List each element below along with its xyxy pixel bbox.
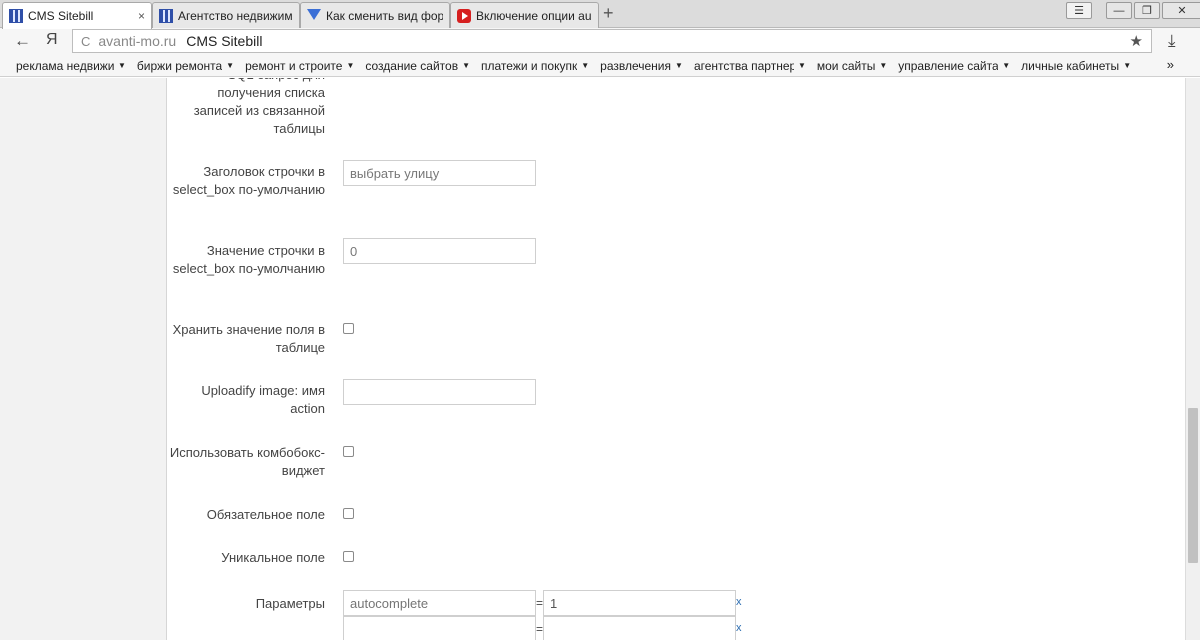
tab-change-form-view[interactable]: Как сменить вид форм (300, 2, 450, 28)
page-viewport: SQL-запрос для получения списка записей … (0, 78, 1185, 640)
bookmark-folder[interactable]: биржи ремонта ▼ (137, 59, 234, 73)
restore-icon[interactable]: ❐ (1134, 2, 1160, 19)
required-field-label: Обязательное поле (206, 507, 325, 522)
combobox-widget-label: Использовать комбобокс-виджет (169, 445, 325, 478)
bookmark-folder[interactable]: реклама недвижи ▼ (16, 59, 126, 73)
dropdown-arrow-icon: ▼ (879, 61, 888, 70)
select-value-label: Значение строчки в select_box по-умолчан… (172, 243, 325, 276)
address-domain: avanti-mo.ru (98, 33, 177, 49)
bookmark-folder[interactable]: ремонт и строите ▼ (245, 59, 354, 73)
tab-label: Агентство недвижимо (178, 8, 293, 23)
browser-menu-icon[interactable]: ☰ (1066, 2, 1092, 19)
select-value-input[interactable] (343, 238, 536, 264)
vertical-scrollbar[interactable] (1185, 78, 1200, 640)
unique-field-label: Уникальное поле (221, 550, 325, 565)
store-value-checkbox[interactable] (343, 323, 354, 334)
required-field-checkbox[interactable] (343, 508, 354, 519)
tab-strip: CMS Sitebill × Агентство недвижимо Как с… (0, 0, 1200, 29)
scrollbar-thumb[interactable] (1188, 408, 1198, 563)
address-bar[interactable]: C avanti-mo.ru CMS Sitebill ★ (72, 29, 1152, 53)
tab-label: CMS Sitebill (28, 9, 94, 23)
bookmark-label: ремонт и строите (245, 58, 343, 73)
bookmarks-bar: реклама недвижи ▼ биржи ремонта ▼ ремонт и… (0, 55, 1200, 77)
cms-favicon-icon (9, 9, 23, 23)
tab-label: Как сменить вид форм (326, 8, 443, 23)
bookmark-label: управление сайта (898, 58, 999, 73)
tab-label: Включение опции au (476, 8, 592, 23)
bookmark-folder[interactable]: мои сайты ▼ (817, 59, 887, 73)
dropdown-arrow-icon: ▼ (675, 61, 683, 70)
window-controls: — ❐ ✕ (1106, 2, 1200, 19)
select-title-input[interactable] (343, 160, 536, 186)
triangle-favicon-icon (307, 8, 321, 23)
dropdown-arrow-icon: ▼ (462, 61, 471, 70)
store-value-label: Хранить значение поля в таблице (172, 322, 325, 355)
dropdown-arrow-icon: ▼ (581, 61, 590, 70)
field-settings-form: SQL-запрос для получения списка записей … (167, 78, 1185, 640)
bookmark-folder[interactable]: управление сайта ▼ (898, 59, 1010, 73)
sql-query-label: SQL-запрос для получения списка записей … (193, 78, 325, 136)
unique-field-checkbox[interactable] (343, 551, 354, 562)
param-equals-sign: = (536, 596, 544, 610)
yandex-logo-icon[interactable]: Я (46, 31, 58, 49)
param-key-input[interactable] (343, 590, 536, 616)
bookmark-label: платежи и покупк (481, 58, 578, 73)
tab-enable-option[interactable]: Включение опции au (450, 2, 599, 28)
new-tab-button[interactable]: + (603, 4, 614, 22)
bookmark-folder[interactable]: агентства партнер ▼ (694, 59, 806, 73)
browser-toolbar: ← Я C avanti-mo.ru CMS Sitebill ★ ⤓ (0, 28, 1200, 55)
uploadify-action-input[interactable] (343, 379, 536, 405)
uploadify-action-label: Uploadify image: имя action (201, 383, 325, 416)
bookmark-folder[interactable]: платежи и покупк ▼ (481, 59, 589, 73)
cms-favicon-icon (159, 8, 173, 23)
remove-param-button[interactable]: x (736, 596, 742, 608)
bookmark-label: мои сайты (816, 58, 876, 73)
bookmark-label: личные кабинеты (1021, 58, 1120, 73)
tab-close-icon[interactable]: × (138, 9, 145, 23)
bookmark-label: биржи ремонта (136, 58, 223, 73)
reload-icon[interactable]: C (81, 34, 90, 49)
dropdown-arrow-icon: ▼ (797, 61, 806, 70)
combobox-widget-checkbox[interactable] (343, 446, 354, 457)
param-equals-sign: = (536, 622, 544, 636)
address-page-title: CMS Sitebill (186, 33, 263, 49)
close-window-icon[interactable]: ✕ (1162, 2, 1200, 19)
remove-param-button[interactable]: x (736, 622, 742, 634)
bookmark-label: агентства партнер (693, 58, 794, 73)
youtube-favicon-icon (457, 8, 471, 23)
tab-cms-sitebill[interactable]: CMS Sitebill × (2, 2, 152, 29)
bookmark-label: реклама недвижи (16, 58, 114, 73)
downloads-icon[interactable]: ⤓ (1168, 31, 1176, 51)
parameters-label: Параметры (255, 596, 325, 611)
bookmarks-overflow-icon[interactable]: » (1167, 57, 1174, 72)
back-arrow-icon[interactable]: ← (14, 31, 31, 51)
left-sidebar (0, 78, 167, 640)
param-key-input[interactable] (343, 616, 536, 640)
dropdown-arrow-icon: ▼ (1002, 61, 1011, 70)
bookmark-folder[interactable]: личные кабинеты ▼ (1021, 59, 1131, 73)
bookmark-label: развлечения (600, 58, 672, 73)
bookmark-folder[interactable]: развлечения ▼ (600, 59, 683, 73)
dropdown-arrow-icon: ▼ (118, 61, 126, 70)
dropdown-arrow-icon: ▼ (346, 61, 355, 70)
dropdown-arrow-icon: ▼ (1123, 61, 1132, 70)
minimize-icon[interactable]: — (1106, 2, 1132, 19)
bookmark-folder[interactable]: создание сайтов ▼ (365, 59, 470, 73)
param-value-input[interactable] (543, 590, 736, 616)
tab-agency[interactable]: Агентство недвижимо (152, 2, 300, 28)
select-title-label: Заголовок строчки в select_box по-умолча… (172, 164, 325, 197)
param-value-input[interactable] (543, 616, 736, 640)
bookmark-label: создание сайтов (365, 58, 459, 73)
bookmark-star-icon[interactable]: ★ (1130, 32, 1143, 50)
dropdown-arrow-icon: ▼ (226, 61, 235, 70)
